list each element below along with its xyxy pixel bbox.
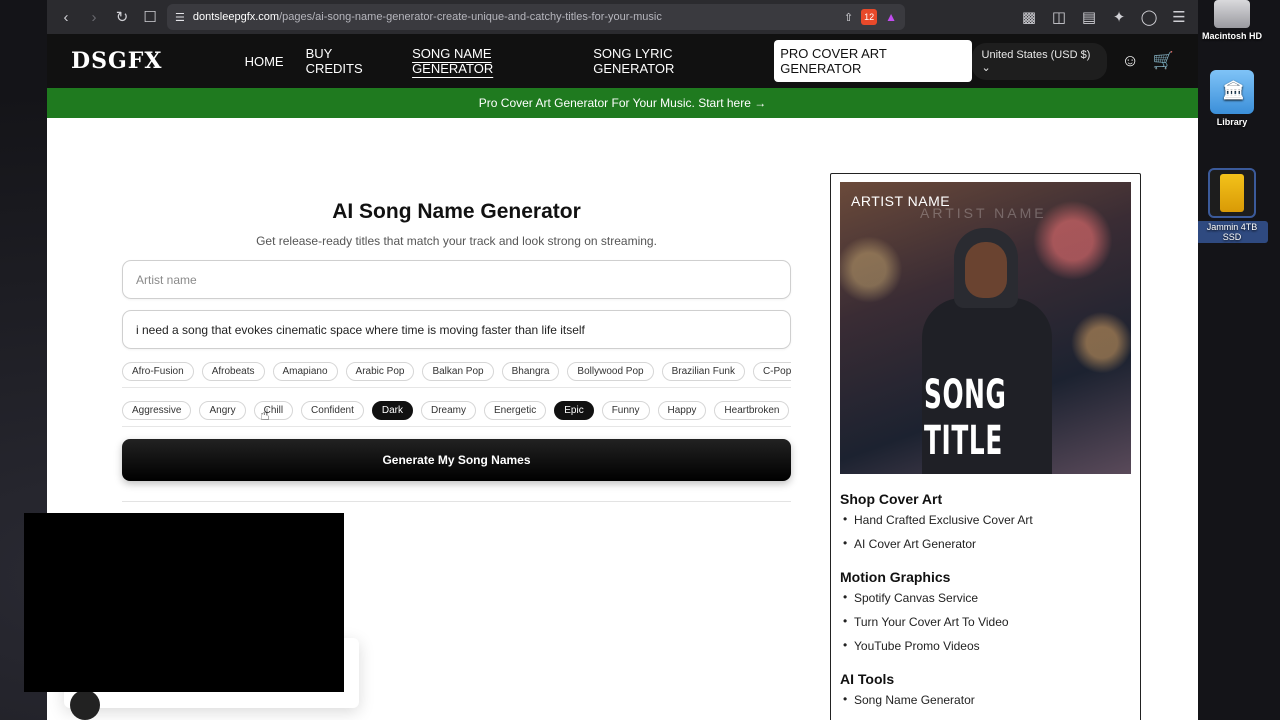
browser-toolbar: ‹ › ↻ ☐ ☰ dontsleepgfx.com/pages/ai-song… — [47, 0, 1198, 34]
sidebar-list: Spotify Canvas Service Turn Your Cover Ar… — [840, 590, 1131, 653]
sidebar-heading: Shop Cover Art — [840, 491, 943, 507]
leo-ai-icon[interactable]: ✦ — [1108, 6, 1130, 28]
reload-icon[interactable]: ↻ — [111, 6, 133, 28]
nav-buy-credits[interactable]: BUY CREDITS — [306, 46, 391, 76]
nav-song-lyric-generator[interactable]: SONG LYRIC GENERATOR — [593, 46, 752, 76]
nav-home[interactable]: HOME — [245, 54, 284, 69]
currency-selector[interactable]: United States (USD $) ⌄ — [971, 42, 1108, 80]
sidebar-list: Song Name Generator — [840, 692, 1131, 707]
currency-label: United States (USD $) — [981, 48, 1091, 61]
main-nav: HOME BUY CREDITS SONG NAME GENERATOR SON… — [245, 40, 972, 82]
mood-chip[interactable]: Confident — [301, 401, 364, 420]
genre-chip[interactable]: Amapiano — [272, 362, 338, 381]
mood-chip[interactable]: Dark — [371, 401, 413, 420]
divider — [122, 501, 791, 502]
address-bar[interactable]: ☰ dontsleepgfx.com/pages/ai-song-name-ge… — [167, 4, 905, 30]
site-settings-icon[interactable]: ☰ — [175, 11, 185, 24]
brave-shields-icon[interactable]: 12 — [861, 9, 878, 25]
brave-rewards-icon[interactable]: ▲ — [885, 10, 897, 24]
external-drive-icon — [1208, 168, 1256, 218]
genre-chip[interactable]: Brazilian Funk — [661, 362, 745, 381]
pointer-cursor-icon: ☝ — [260, 407, 270, 424]
hard-drive-icon — [1214, 0, 1250, 28]
url-path: /pages/ai-song-name-generator-create-uni… — [279, 11, 662, 23]
sidebar-heading: Motion Graphics — [840, 569, 951, 585]
mood-chip-row[interactable]: Aggressive Angry Chill Confident Dark Dreamy E… — [122, 397, 791, 427]
sidebar-link[interactable]: Hand Crafted Exclusive Cover Art — [840, 512, 1131, 527]
cover-artist-name-ghost: ARTIST NAME — [920, 205, 1047, 221]
song-prompt-input[interactable]: i need a song that evokes cinematic spac… — [122, 310, 791, 349]
site-logo[interactable]: DSGFX — [71, 48, 245, 74]
genre-chip[interactable]: Afrobeats — [201, 362, 265, 381]
sidebar-link[interactable]: Turn Your Cover Art To Video — [840, 614, 1131, 629]
nav-song-name-generator[interactable]: SONG NAME GENERATOR — [412, 46, 571, 76]
header-actions: United States (USD $) ⌄ ☺ 🛒 — [971, 42, 1174, 80]
share-icon[interactable]: ⇧ — [844, 11, 853, 24]
desktop-icon-label: Library — [1216, 117, 1248, 127]
artist-name-input[interactable]: Artist name — [122, 260, 791, 299]
bookmark-icon[interactable]: ☐ — [139, 6, 161, 28]
folder-icon — [1210, 70, 1254, 114]
mood-chip[interactable]: Epic — [554, 401, 594, 420]
mood-chip[interactable]: Happy — [657, 401, 707, 420]
mood-chip[interactable]: Dreamy — [420, 401, 476, 420]
site-header: DSGFX HOME BUY CREDITS SONG NAME GENERAT… — [47, 34, 1198, 88]
genre-chip[interactable]: Afro-Fusion — [122, 362, 194, 381]
nav-pro-cover-art-generator[interactable]: PRO COVER ART GENERATOR — [774, 40, 972, 82]
generate-button[interactable]: Generate My Song Names — [122, 439, 791, 481]
account-icon[interactable]: ☺ — [1121, 51, 1138, 71]
genre-chip[interactable]: Bhangra — [501, 362, 560, 381]
menu-icon[interactable]: ☰ — [1168, 6, 1190, 28]
mood-chip[interactable]: Aggressive — [122, 401, 192, 420]
cart-icon[interactable]: 🛒 — [1153, 51, 1174, 71]
cover-song-title: SONG TITLE — [924, 372, 1007, 464]
desktop-icon-ssd[interactable]: Jammin 4TB SSD — [1196, 168, 1268, 243]
desktop-icon-library[interactable]: Library — [1196, 70, 1268, 127]
cover-art-preview[interactable]: ARTIST NAME ARTIST NAME SONG TITLE — [840, 182, 1131, 474]
sidebar-links: Shop Cover Art Hand Crafted Exclusive Cov… — [840, 491, 1131, 707]
promo-banner[interactable]: Pro Cover Art Generator For Your Music. … — [47, 88, 1198, 118]
sidebar-link[interactable]: YouTube Promo Videos — [840, 638, 1131, 653]
reader-mode-icon[interactable]: ▩ — [1018, 6, 1040, 28]
genre-chip-row[interactable]: Afro-Fusion Afrobeats Amapiano Arabic Pop Ba… — [122, 358, 791, 388]
song-name-generator: AI Song Name Generator Get release-ready… — [122, 200, 791, 502]
sidebar: ARTIST NAME ARTIST NAME SONG TITLE Shop … — [830, 173, 1141, 720]
forward-icon[interactable]: › — [83, 6, 105, 28]
chevron-down-icon: ⌄ — [981, 61, 991, 74]
sidebar-list: Hand Crafted Exclusive Cover Art AI Cover… — [840, 512, 1131, 551]
url-host: dontsleepgfx.com — [192, 11, 280, 23]
mood-chip[interactable]: Energetic — [484, 401, 547, 420]
genre-chip[interactable]: C-Pop — [752, 362, 791, 381]
sidebar-link[interactable]: Song Name Generator — [840, 692, 1131, 707]
sidebar-heading: AI Tools — [840, 671, 895, 687]
browser-toolbar-right: ▩ ◫ ▤ ✦ ◯ ☰ — [1018, 6, 1190, 28]
wallet-icon[interactable]: ▤ — [1078, 6, 1100, 28]
video-overlay — [24, 513, 344, 692]
vpn-icon[interactable]: ◯ — [1138, 6, 1160, 28]
sidebar-link[interactable]: Spotify Canvas Service — [840, 590, 1131, 605]
desktop-icon-label: Macintosh HD — [1201, 31, 1262, 41]
mood-chip[interactable]: Angry — [199, 401, 246, 420]
back-icon[interactable]: ‹ — [55, 6, 77, 28]
genre-chip[interactable]: Arabic Pop — [345, 362, 415, 381]
promo-text: Pro Cover Art Generator For Your Music. … — [478, 96, 767, 110]
sidebar-toggle-icon[interactable]: ◫ — [1048, 6, 1070, 28]
desktop-icon-label: Jammin 4TB SSD — [1196, 221, 1268, 243]
sidebar-link[interactable]: AI Cover Art Generator — [840, 536, 1131, 551]
page-title: AI Song Name Generator — [332, 200, 581, 223]
chat-avatar[interactable] — [70, 690, 100, 720]
genre-chip[interactable]: Bollywood Pop — [567, 362, 654, 381]
desktop-icon-macintosh-hd[interactable]: Macintosh HD — [1196, 0, 1268, 41]
mood-chip[interactable]: Funny — [601, 401, 650, 420]
mood-chip[interactable]: Heartbroken — [714, 401, 790, 420]
genre-chip[interactable]: Balkan Pop — [422, 362, 494, 381]
page-subtitle: Get release-ready titles that match your… — [256, 234, 657, 248]
